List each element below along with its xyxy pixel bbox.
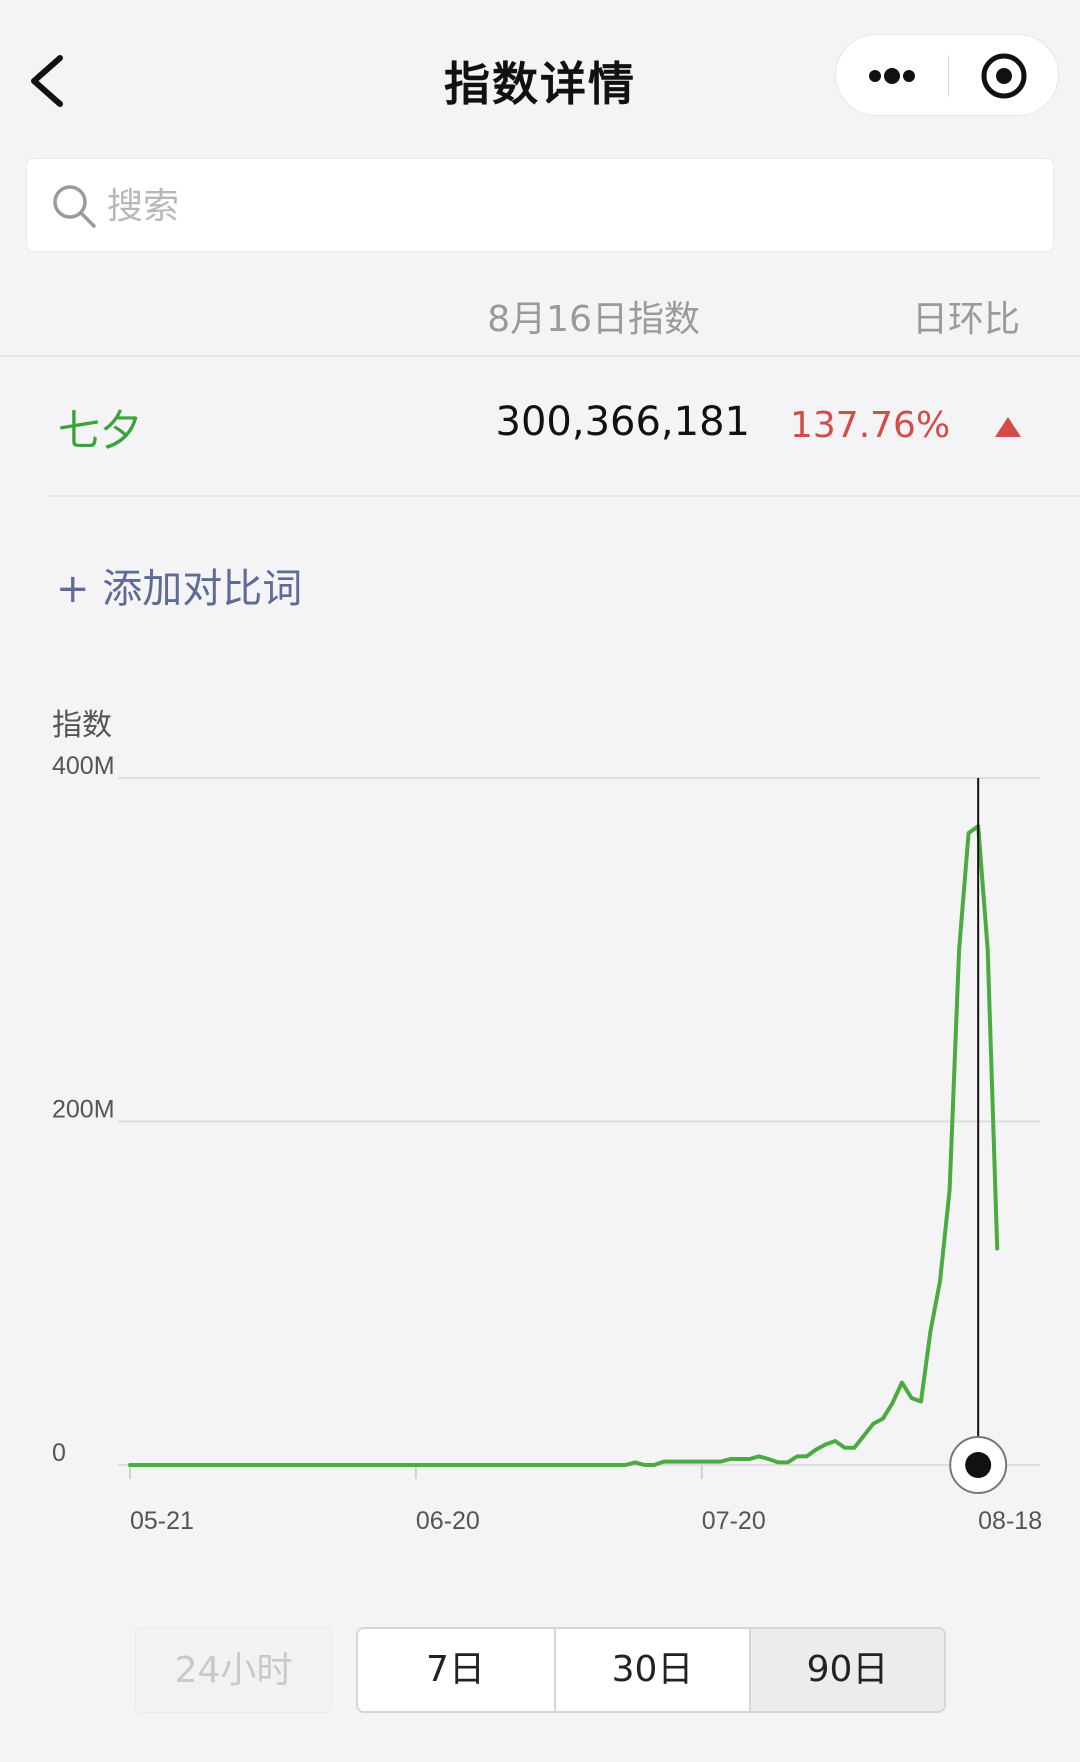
- tab-90-days[interactable]: 90日: [749, 1629, 944, 1711]
- tab-7-days[interactable]: 7日: [358, 1629, 553, 1711]
- y-tick-label: 200M: [52, 1096, 115, 1124]
- add-compare-keyword-button[interactable]: + 添加对比词: [56, 556, 302, 614]
- y-tick-label: 0: [52, 1439, 66, 1467]
- series-line: [128, 824, 1000, 1467]
- divider: [0, 355, 1080, 357]
- keyword-daily-ratio: 137.76%: [790, 405, 951, 446]
- tab-30-days[interactable]: 30日: [554, 1629, 749, 1711]
- index-detail-page: 指数详情 8月16日指数 日: [0, 0, 1080, 1762]
- x-tick-label: 08-18: [978, 1507, 1042, 1535]
- index-line-chart[interactable]: 指数 0 200M 400M 05-21 06-20 07-20 08-18: [0, 690, 1080, 1540]
- chart-svg: 0 200M 400M 05-21 06-20 07-20 08-18: [52, 752, 1042, 1535]
- table-row[interactable]: 七夕 300,366,181 137.76%: [50, 385, 1080, 495]
- nav-bar: 指数详情: [0, 0, 1080, 150]
- keyword-index-value: 300,366,181: [495, 399, 750, 445]
- target-close-icon: [981, 53, 1027, 99]
- range-segmented-control: 7日 30日 90日: [356, 1627, 946, 1713]
- divider: [50, 495, 1080, 497]
- column-header-daily-ratio: 日环比: [911, 299, 1020, 340]
- more-dots-icon: [869, 68, 915, 84]
- more-button[interactable]: [836, 35, 948, 117]
- tab-24h: 24小时: [135, 1627, 332, 1713]
- search-input[interactable]: [107, 171, 1007, 241]
- close-button[interactable]: [948, 35, 1060, 117]
- selection-marker-dot: [965, 1452, 992, 1478]
- trend-up-icon: [995, 417, 1021, 437]
- x-tick-label: 05-21: [130, 1507, 194, 1535]
- x-tick-label: 07-20: [702, 1507, 766, 1535]
- y-tick-label: 400M: [52, 752, 115, 780]
- keyword-name: 七夕: [58, 406, 143, 455]
- mini-program-capsule: [835, 34, 1059, 116]
- search-box[interactable]: [26, 158, 1054, 252]
- x-tick-label: 06-20: [416, 1507, 480, 1535]
- search-icon: [53, 185, 96, 228]
- column-header-date-index: 8月16日指数: [487, 299, 700, 340]
